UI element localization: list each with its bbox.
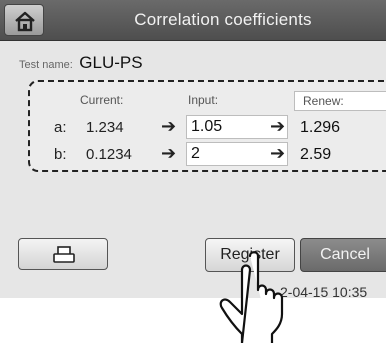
screen: Correlation coefficients Test name: GLU-…: [0, 0, 386, 298]
arrow-right-icon: ➔: [161, 116, 177, 136]
test-name-label: Test name:: [19, 59, 73, 71]
print-button[interactable]: [18, 238, 108, 270]
home-button[interactable]: [4, 4, 44, 36]
row-b-current: 0.1234: [86, 146, 132, 163]
test-name-value: GLU-PS: [79, 53, 143, 72]
arrow-right-icon: ➔: [270, 143, 286, 163]
row-b-renew: 2.59: [300, 146, 332, 163]
current-header: Current:: [80, 93, 124, 107]
coefficients-panel: Current: Input: Renew: a: 1.234 ➔ 1.05 ➔…: [28, 80, 386, 172]
title-bar: Correlation coefficients: [0, 0, 386, 41]
renew-header: Renew:: [294, 91, 386, 111]
page-title: Correlation coefficients: [134, 10, 312, 29]
arrow-right-icon: ➔: [270, 116, 286, 136]
printer-icon: [53, 246, 75, 263]
pointing-hand-icon: [219, 251, 284, 343]
row-a-label: a:: [54, 119, 67, 136]
row-a-current: 1.234: [86, 119, 124, 136]
input-header: Input:: [188, 93, 219, 107]
cancel-button[interactable]: Cancel: [300, 238, 386, 272]
arrow-right-icon: ➔: [161, 143, 177, 163]
row-a-renew: 1.296: [300, 119, 341, 136]
test-name-row: Test name: GLU-PS: [19, 53, 143, 75]
home-icon: [15, 11, 35, 32]
row-b-label: b:: [54, 146, 67, 163]
